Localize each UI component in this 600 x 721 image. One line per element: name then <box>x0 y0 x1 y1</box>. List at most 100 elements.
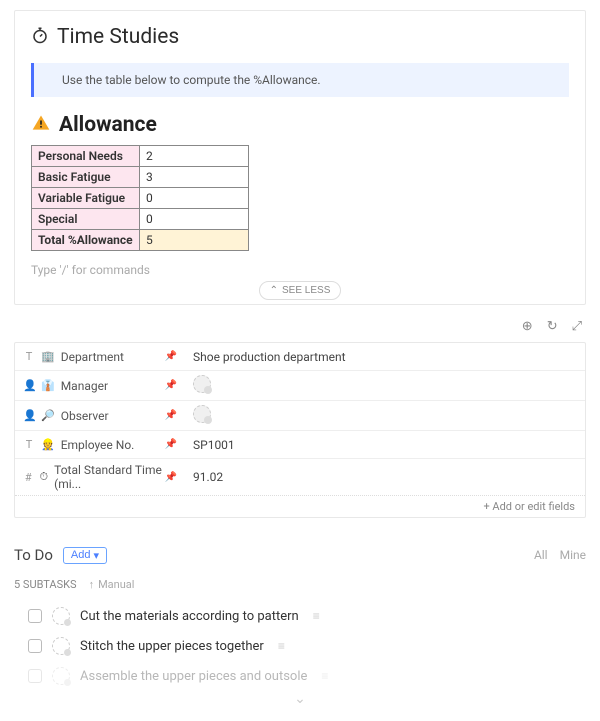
chevron-up-icon: ⌃ <box>270 285 278 296</box>
allowance-row-value[interactable]: 0 <box>140 188 249 209</box>
field-label-text: Employee No. <box>61 438 135 452</box>
pin-icon[interactable]: 📌 <box>165 410 177 421</box>
todo-title: To Do <box>14 546 53 564</box>
table-row: Total %Allowance 5 <box>32 230 249 251</box>
pin-icon[interactable]: 📌 <box>165 351 177 362</box>
page-title: Time Studies <box>31 25 569 49</box>
field-type-icon: 👤 <box>23 379 35 392</box>
subtask-checkbox[interactable] <box>28 639 42 653</box>
table-row: Variable Fatigue 0 <box>32 188 249 209</box>
allowance-heading: Allowance <box>31 113 569 137</box>
history-icon[interactable]: ↻ <box>547 319 558 334</box>
share-icon[interactable]: ⊕ <box>522 319 533 334</box>
chevron-down-icon: ▾ <box>93 549 99 562</box>
subtask-row[interactable]: Cut the materials according to pattern ≡ <box>14 601 586 631</box>
field-emoji-icon: 👔 <box>41 379 55 392</box>
field-label[interactable]: T 👷 Employee No. 📌 <box>15 434 183 456</box>
add-button-label: Add <box>71 549 91 561</box>
field-row: # ⏱ Total Standard Time (mi...📌 91.02 <box>15 459 585 495</box>
add-edit-fields-link[interactable]: + Add or edit fields <box>15 495 585 517</box>
subtask-row[interactable]: Stitch the upper pieces together ≡ <box>14 631 586 661</box>
field-value[interactable] <box>183 371 585 400</box>
field-emoji-icon: 👷 <box>41 438 55 451</box>
subtask-title: Stitch the upper pieces together <box>80 639 264 654</box>
pin-icon[interactable]: 📌 <box>165 439 177 450</box>
subtask-meta-row: 5 SUBTASKS ↑ Manual <box>14 578 586 591</box>
sort-label: Manual <box>98 578 134 591</box>
field-label[interactable]: T 🏢 Department 📌 <box>15 346 183 368</box>
sort-arrow-icon: ↑ <box>89 578 95 591</box>
assignee-placeholder-icon[interactable] <box>52 667 70 685</box>
allowance-title: Allowance <box>59 113 157 137</box>
drag-handle-icon[interactable]: ≡ <box>278 639 285 653</box>
assignee-placeholder-icon[interactable] <box>193 375 211 393</box>
field-label-text: Total Standard Time (mi... <box>54 463 175 491</box>
field-emoji-icon: 🔎 <box>41 409 55 422</box>
field-value[interactable]: SP1001 <box>183 434 585 456</box>
subtask-checkbox[interactable] <box>28 669 42 683</box>
subtask-title: Assemble the upper pieces and outsole <box>80 669 307 684</box>
allowance-row-value[interactable]: 3 <box>140 167 249 188</box>
pin-icon[interactable]: 📌 <box>165 472 177 483</box>
field-emoji-icon: 🏢 <box>41 350 55 363</box>
add-subtask-button[interactable]: Add ▾ <box>63 547 107 564</box>
pin-icon[interactable]: 📌 <box>165 380 177 391</box>
field-label-text: Manager <box>61 379 108 393</box>
allowance-table: Personal Needs 2 Basic Fatigue 3 Variabl… <box>31 145 249 251</box>
field-row: T 🏢 Department 📌 Shoe production department <box>15 343 585 371</box>
allowance-row-value[interactable]: 2 <box>140 146 249 167</box>
command-hint[interactable]: Type '/' for commands <box>31 261 569 283</box>
filter-all[interactable]: All <box>534 548 548 562</box>
field-label-text: Observer <box>61 409 109 423</box>
allowance-row-label: Basic Fatigue <box>32 167 140 188</box>
assignee-placeholder-icon[interactable] <box>193 405 211 423</box>
field-type-icon: 👤 <box>23 409 35 422</box>
warning-icon <box>31 113 51 137</box>
card-toolbar: ⊕ ↻ ⤢ <box>14 319 586 342</box>
allowance-row-label: Personal Needs <box>32 146 140 167</box>
allowance-row-label: Special <box>32 209 140 230</box>
field-value[interactable]: 91.02 <box>183 466 585 488</box>
field-row: 👤 👔 Manager 📌 <box>15 371 585 401</box>
allowance-row-value[interactable]: 0 <box>140 209 249 230</box>
see-less-label: SEE LESS <box>282 285 330 296</box>
table-row: Basic Fatigue 3 <box>32 167 249 188</box>
page-title-text: Time Studies <box>57 25 179 49</box>
callout-text: Use the table below to compute the %Allo… <box>62 73 321 87</box>
field-label[interactable]: # ⏱ Total Standard Time (mi...📌 <box>15 459 183 495</box>
fields-card: T🏢Department📌Shoe production department👤… <box>14 342 586 518</box>
field-type-icon: T <box>23 350 35 363</box>
filter-mine[interactable]: Mine <box>560 548 586 562</box>
field-value[interactable]: Shoe production department <box>183 346 585 368</box>
bottom-handle-icon: ⌄ <box>14 691 586 711</box>
allowance-row-label: Variable Fatigue <box>32 188 140 209</box>
subtask-row[interactable]: Assemble the upper pieces and outsole ≡ <box>14 661 586 691</box>
field-value[interactable] <box>183 401 585 430</box>
assignee-placeholder-icon[interactable] <box>52 607 70 625</box>
drag-handle-icon[interactable]: ≡ <box>321 669 328 683</box>
table-row: Personal Needs 2 <box>32 146 249 167</box>
subtask-title: Cut the materials according to pattern <box>80 609 299 624</box>
field-label[interactable]: 👤 👔 Manager 📌 <box>15 375 183 397</box>
allowance-total-value: 5 <box>140 230 249 251</box>
field-label-text: Department <box>61 350 124 364</box>
field-type-icon: T <box>23 438 35 451</box>
field-label[interactable]: 👤 🔎 Observer 📌 <box>15 405 183 427</box>
drag-handle-icon[interactable]: ≡ <box>313 609 320 623</box>
see-less-button[interactable]: ⌃ SEE LESS <box>259 281 342 300</box>
info-callout: Use the table below to compute the %Allo… <box>31 63 569 97</box>
subtask-count: 5 SUBTASKS <box>14 578 77 591</box>
expand-icon[interactable]: ⤢ <box>572 319 582 334</box>
field-emoji-icon: ⏱ <box>40 470 49 484</box>
allowance-total-label: Total %Allowance <box>32 230 140 251</box>
field-type-icon: # <box>23 471 34 484</box>
sort-button[interactable]: ↑ Manual <box>89 578 135 591</box>
field-row: T 👷 Employee No. 📌 SP1001 <box>15 431 585 459</box>
todo-section: To Do Add ▾ All Mine 5 SUBTASKS ↑ Manual… <box>14 546 586 691</box>
stopwatch-icon <box>31 26 49 48</box>
field-row: 👤 🔎 Observer 📌 <box>15 401 585 431</box>
subtask-checkbox[interactable] <box>28 609 42 623</box>
time-studies-card: Time Studies Use the table below to comp… <box>14 10 586 305</box>
assignee-placeholder-icon[interactable] <box>52 637 70 655</box>
table-row: Special 0 <box>32 209 249 230</box>
